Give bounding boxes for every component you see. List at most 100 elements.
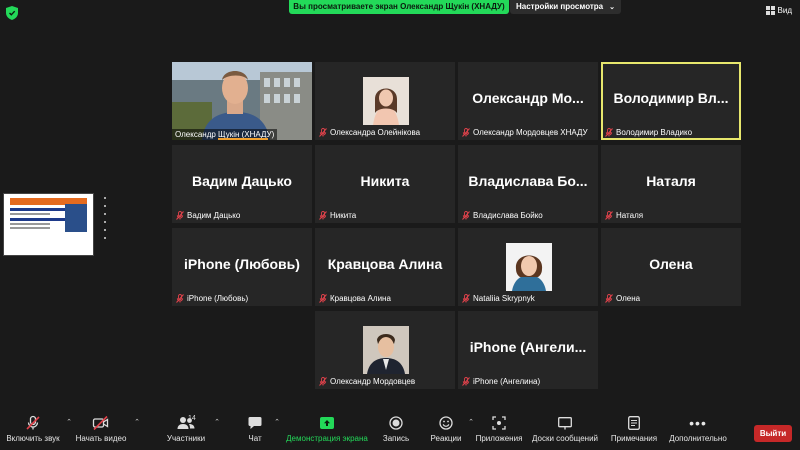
participant-display-name: Никита [360, 173, 410, 189]
reactions-button[interactable]: Реакции ⌃ [428, 412, 474, 450]
participant-tile[interactable]: Олена Олена [601, 228, 741, 306]
participant-name: Олександра Олейнікова [330, 128, 421, 137]
mic-muted-icon [319, 211, 327, 220]
participant-display-name: Олена [649, 256, 693, 272]
unmute-label: Включить звук [6, 434, 60, 443]
participant-tile[interactable]: Владислава Бо... Владислава Бойко [458, 145, 598, 223]
participant-tile[interactable]: Олександр Мо... Олександр Мордовцев ХНАДУ [458, 62, 598, 140]
participant-tile[interactable]: Володимир Вл... Володимир Владико [601, 62, 741, 140]
speaking-indicator [218, 138, 268, 140]
participant-tile[interactable]: Nataliia Skrypnyk [458, 228, 598, 306]
whiteboard-icon [558, 416, 572, 429]
shared-screen-thumbnail[interactable] [3, 193, 94, 256]
reactions-label: Реакции [430, 434, 462, 443]
apps-button[interactable]: Приложения [474, 412, 524, 450]
grid-view-icon [765, 6, 775, 15]
mic-muted-icon [462, 294, 470, 303]
record-button[interactable]: Запись [380, 412, 412, 450]
video-options-caret[interactable]: ⌃ [134, 418, 140, 426]
participant-display-name: Олександр Мо... [472, 90, 584, 106]
participant-name: iPhone (Ангелина) [473, 377, 541, 386]
notes-icon [628, 416, 640, 430]
chevron-down-icon: ⌄ [609, 4, 616, 11]
participant-tile[interactable]: iPhone (Любовь) iPhone (Любовь) [172, 228, 312, 306]
participant-name-label: iPhone (Ангелина) [462, 377, 540, 386]
participant-name-label: Олександр Мордовцев ХНАДУ [462, 128, 588, 137]
profile-photo [506, 243, 552, 291]
participant-name: Никита [330, 211, 357, 220]
participant-name: Кравцова Алина [330, 294, 391, 303]
more-button[interactable]: ••• Дополнительно [668, 412, 728, 450]
chat-icon [248, 417, 262, 429]
share-screen-label: Демонстрация экрана [286, 434, 368, 443]
mic-muted-icon [176, 211, 184, 220]
participant-name-label: iPhone (Любовь) [176, 294, 248, 303]
participant-name-label: Володимир Владико [605, 128, 692, 137]
mic-muted-icon [319, 128, 327, 137]
mic-muted-icon [319, 377, 327, 386]
leave-button[interactable]: Выйти [754, 425, 792, 442]
share-screen-icon [320, 417, 334, 429]
participant-tile[interactable]: Никита Никита [315, 145, 455, 223]
unmute-button[interactable]: Включить звук ⌃ [4, 412, 72, 450]
participant-name: Владислава Бойко [473, 211, 543, 220]
mic-muted-icon [319, 294, 327, 303]
apps-label: Приложения [475, 434, 523, 443]
participant-display-name: Вадим Дацько [192, 173, 292, 189]
mic-muted-icon [26, 415, 40, 430]
profile-photo [363, 326, 409, 374]
participant-name-label: Кравцова Алина [319, 294, 391, 303]
participant-tile[interactable]: Олександр Мордовцев [315, 311, 455, 389]
video-off-icon [92, 415, 109, 431]
participant-name: Володимир Владико [616, 128, 693, 137]
view-button[interactable]: Вид [765, 6, 792, 15]
whiteboards-button[interactable]: Доски сообщений [532, 412, 598, 450]
screen-share-banner: Вы просматриваете экран Олександр Щукін … [289, 0, 509, 14]
mic-muted-icon [605, 294, 613, 303]
participant-display-name: iPhone (Любовь) [184, 256, 300, 272]
whiteboards-label: Доски сообщений [532, 434, 599, 443]
view-settings-button[interactable]: Настройки просмотра ⌄ [510, 0, 622, 14]
mic-muted-icon [462, 211, 470, 220]
participant-display-name: Владислава Бо... [468, 173, 588, 189]
mic-muted-icon [462, 377, 470, 386]
start-video-button[interactable]: Начать видео ⌃ [72, 412, 140, 450]
chat-button[interactable]: Чат ⌃ [240, 412, 280, 450]
chat-caret[interactable]: ⌃ [274, 418, 280, 426]
record-label: Запись [382, 434, 410, 443]
participant-name: Наталя [616, 211, 644, 220]
notes-label: Примечания [610, 434, 658, 443]
view-button-label: Вид [777, 6, 792, 15]
participants-button[interactable]: 14 Участники ⌃ [162, 412, 220, 450]
participant-display-name: Володимир Вл... [613, 90, 729, 106]
participant-tile[interactable]: iPhone (Ангели... iPhone (Ангелина) [458, 311, 598, 389]
participant-tile[interactable]: Вадим Дацько Вадим Дацько [172, 145, 312, 223]
participant-tile[interactable]: Кравцова Алина Кравцова Алина [315, 228, 455, 306]
participant-name-label: Никита [319, 211, 356, 220]
profile-photo [363, 77, 409, 125]
reactions-icon [439, 416, 453, 430]
more-dots-icon: ••• [689, 415, 707, 431]
share-screen-button[interactable]: Демонстрация экрана [286, 412, 368, 450]
meeting-toolbar: Включить звук ⌃ Начать видео ⌃ 14 Участн… [0, 412, 800, 450]
participant-tile[interactable]: Олександр Щукін (ХНАДУ) [172, 62, 312, 140]
participant-name: Nataliia Skrypnyk [473, 294, 535, 303]
participant-name-label: Nataliia Skrypnyk [462, 294, 535, 303]
thumbnail-scrollbar[interactable] [100, 197, 110, 253]
mic-muted-icon [176, 294, 184, 303]
participants-caret[interactable]: ⌃ [214, 418, 220, 426]
participant-tile[interactable]: Наталя Наталя [601, 145, 741, 223]
participant-display-name: Наталя [646, 173, 696, 189]
participant-display-name: iPhone (Ангели... [469, 339, 587, 355]
mic-muted-icon [462, 128, 470, 137]
notes-button[interactable]: Примечания [610, 412, 658, 450]
participant-name-label: Наталя [605, 211, 643, 220]
participant-name: Вадим Дацько [187, 211, 241, 220]
security-shield-icon[interactable] [6, 6, 18, 20]
participant-tile[interactable]: Олександра Олейнікова [315, 62, 455, 140]
participant-name-label: Олександр Мордовцев [319, 377, 415, 386]
mic-muted-icon [605, 128, 613, 137]
participant-name: Олександр Мордовцев ХНАДУ [473, 128, 588, 137]
more-label: Дополнительно [669, 434, 727, 443]
chat-label: Чат [248, 434, 262, 443]
